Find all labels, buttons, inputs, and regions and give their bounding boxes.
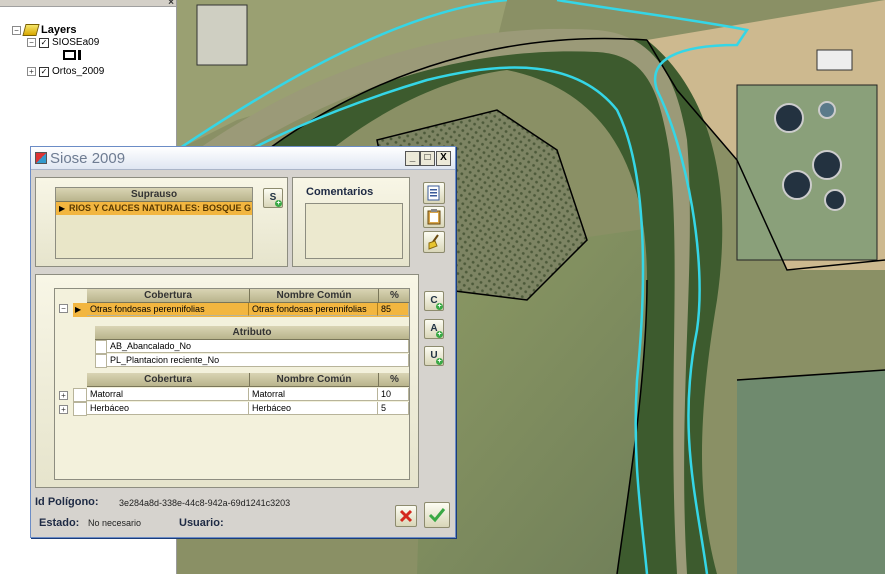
tree-item-sioseao9[interactable]: − ✓ SIOSEa09 bbox=[27, 37, 99, 48]
pct-cell[interactable]: 5 bbox=[378, 402, 409, 415]
cobertura-cell[interactable]: Herbáceo bbox=[87, 402, 249, 415]
close-button[interactable]: X bbox=[436, 151, 451, 166]
layer-checkbox[interactable]: ✓ bbox=[39, 66, 49, 77]
add-cobertura-button[interactable]: C + bbox=[424, 291, 444, 311]
checkmark-icon bbox=[428, 508, 446, 523]
collapse-icon[interactable]: − bbox=[12, 25, 21, 35]
col-cobertura: Cobertura bbox=[87, 289, 249, 303]
suprauso-panel: Suprauso ▶ RIOS Y CAUCES NATURALES: BOSQ… bbox=[35, 177, 288, 267]
expand-icon[interactable]: + bbox=[27, 67, 36, 76]
app-icon bbox=[35, 152, 47, 164]
expand-icon[interactable]: + bbox=[59, 405, 68, 414]
usuario-label: Usuario: bbox=[179, 517, 224, 529]
form-icon bbox=[427, 185, 440, 201]
col-cobertura: Cobertura bbox=[87, 373, 249, 387]
comentarios-textarea[interactable] bbox=[305, 203, 403, 259]
clipboard-button[interactable] bbox=[423, 206, 445, 228]
plus-icon: + bbox=[275, 200, 282, 207]
tree-item-ortos[interactable]: + ✓ Ortos_2009 bbox=[27, 66, 104, 77]
cobertura-cell[interactable]: Matorral bbox=[87, 388, 249, 401]
suprauso-grid: Suprauso ▶ RIOS Y CAUCES NATURALES: BOSQ… bbox=[55, 187, 253, 259]
collapse-icon[interactable]: − bbox=[59, 304, 68, 313]
tree-root-layers[interactable]: − Layers bbox=[12, 24, 76, 36]
id-poligono-label: Id Polígono: bbox=[35, 496, 99, 508]
dialog-titlebar[interactable]: Siose 2009 _ □ X bbox=[31, 147, 455, 170]
plus-icon: + bbox=[436, 331, 443, 338]
layers-icon bbox=[22, 24, 40, 36]
suprauso-row[interactable]: ▶ RIOS Y CAUCES NATURALES: BOSQUE G bbox=[56, 202, 252, 215]
comentarios-label: Comentarios bbox=[306, 186, 374, 198]
coberturas-panel: Cobertura Nombre Común % − ▶ Otras fondo… bbox=[35, 274, 419, 488]
nombre-cell[interactable]: Herbáceo bbox=[249, 402, 378, 415]
row-pointer-icon: ▶ bbox=[75, 305, 82, 314]
line-symbol-icon bbox=[78, 50, 81, 60]
id-poligono-value: 3e284a8d-338e-44c8-942a-69d1241c3203 bbox=[119, 498, 291, 508]
building bbox=[196, 4, 248, 66]
col-pct: % bbox=[378, 373, 409, 387]
maximize-button[interactable]: □ bbox=[420, 151, 435, 166]
field-area bbox=[737, 370, 885, 574]
add-suprauso-button[interactable]: S + bbox=[263, 188, 283, 208]
collapse-icon[interactable]: − bbox=[27, 38, 36, 47]
cobertura-cell: Otras fondosas perennifolias bbox=[87, 303, 249, 316]
layer-name: SIOSEa09 bbox=[52, 37, 100, 48]
atributo-row[interactable]: AB_Abancalado_No bbox=[107, 340, 409, 353]
suprauso-value: RIOS Y CAUCES NATURALES: BOSQUE G bbox=[69, 203, 251, 213]
row-header[interactable] bbox=[73, 402, 87, 416]
panel-toolbar: × bbox=[0, 0, 176, 8]
cancel-icon bbox=[399, 509, 413, 523]
row-header[interactable] bbox=[95, 354, 107, 368]
comentarios-panel: Comentarios bbox=[292, 177, 410, 267]
close-panel-icon[interactable]: × bbox=[168, 0, 174, 8]
pct-cell: 85 bbox=[378, 303, 409, 316]
layer-symbol bbox=[63, 50, 81, 60]
layer-name: Ortos_2009 bbox=[52, 66, 105, 77]
add-atributo-button[interactable]: A + bbox=[424, 319, 444, 339]
row-header[interactable] bbox=[95, 340, 107, 354]
nombre-cell[interactable]: Matorral bbox=[249, 388, 378, 401]
layer-checkbox[interactable]: ✓ bbox=[39, 37, 49, 48]
form-icon-button[interactable] bbox=[423, 182, 445, 204]
plus-icon: + bbox=[436, 303, 443, 310]
clipboard-icon bbox=[427, 209, 441, 225]
add-u-button[interactable]: U + bbox=[424, 346, 444, 366]
plus-icon: + bbox=[436, 358, 443, 365]
coberturas-grid: Cobertura Nombre Común % − ▶ Otras fondo… bbox=[54, 288, 410, 480]
col-nombre-comun: Nombre Común bbox=[249, 373, 378, 387]
expand-icon[interactable]: + bbox=[59, 391, 68, 400]
estado-value: No necesario bbox=[88, 518, 142, 528]
accept-button[interactable] bbox=[424, 502, 450, 528]
col-pct: % bbox=[378, 289, 409, 303]
broom-icon bbox=[428, 234, 439, 250]
siose-dialog: Siose 2009 _ □ X Suprauso ▶ RIOS Y CAUCE… bbox=[30, 146, 456, 538]
row-header[interactable] bbox=[73, 388, 87, 402]
nombre-cell: Otras fondosas perennifolias bbox=[249, 303, 378, 316]
treatment-plant bbox=[736, 84, 878, 261]
clear-button[interactable] bbox=[423, 231, 445, 253]
estado-label: Estado: bbox=[39, 517, 80, 529]
dialog-title: Siose 2009 bbox=[50, 149, 126, 167]
polygon-symbol-icon bbox=[63, 50, 76, 60]
layers-root-label: Layers bbox=[41, 24, 77, 36]
atributo-row[interactable]: PL_Plantacion reciente_No bbox=[107, 354, 409, 367]
atributo-header: Atributo bbox=[95, 326, 409, 340]
suprauso-header: Suprauso bbox=[56, 188, 252, 202]
pct-cell[interactable]: 10 bbox=[378, 388, 409, 401]
col-nombre-comun: Nombre Común bbox=[249, 289, 378, 303]
minimize-button[interactable]: _ bbox=[405, 151, 420, 166]
cobertura-row-selected[interactable]: ▶ Otras fondosas perennifolias Otras fon… bbox=[73, 303, 409, 317]
row-pointer-icon: ▶ bbox=[59, 204, 66, 213]
cancel-button[interactable] bbox=[395, 505, 417, 527]
